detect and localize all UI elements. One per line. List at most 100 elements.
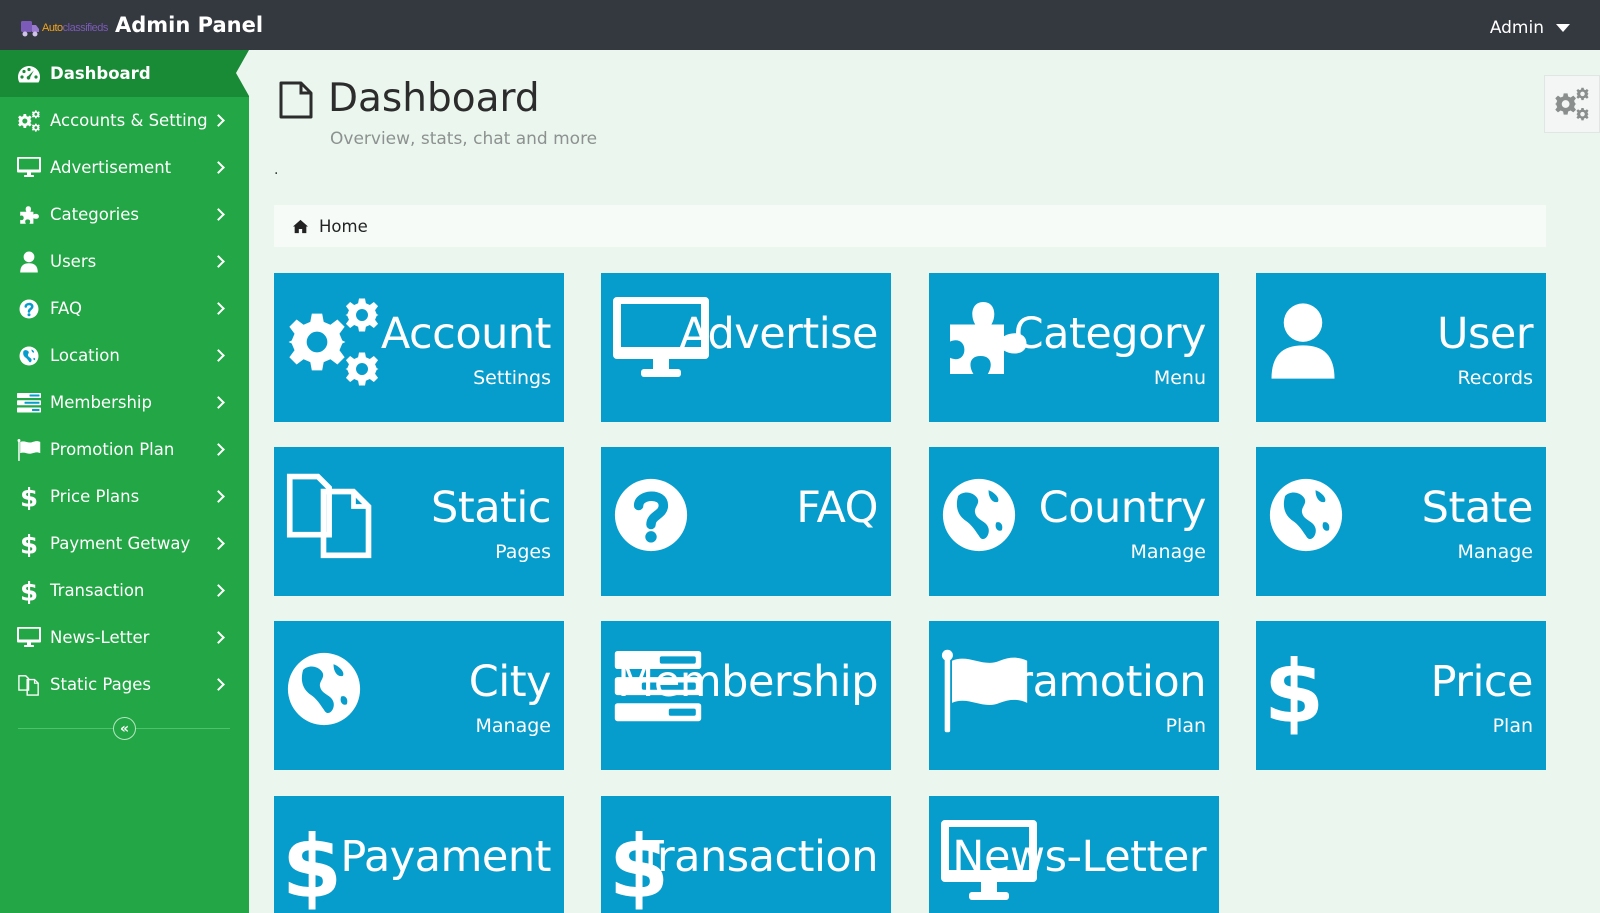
sidebar-item-dashboard[interactable]: Dashboard — [0, 50, 249, 97]
tile-country-manage[interactable]: Country Manage — [929, 447, 1219, 596]
sidebar-item-payment-getway[interactable]: Payment Getway — [0, 520, 249, 567]
tile-promotion-plan[interactable]: Pramotion Plan — [929, 621, 1219, 770]
caret-down-icon — [1556, 24, 1570, 32]
active-indicator — [236, 50, 249, 96]
logo-text-classifieds: classifieds — [62, 22, 109, 34]
chevron-right-icon — [212, 114, 225, 127]
question-circle-icon — [613, 477, 689, 553]
tile-title: Price — [1430, 657, 1534, 707]
tile-faq[interactable]: FAQ — [601, 447, 891, 596]
dollar-icon — [15, 485, 43, 509]
logo-text: Autoclassifieds — [42, 22, 108, 34]
sidebar-item-users[interactable]: Users — [0, 238, 249, 285]
sidebar-item-accounts-setting[interactable]: Accounts & Setting — [0, 97, 249, 144]
sidebar-item-label: Users — [50, 252, 97, 271]
sidebar-item-advertisement[interactable]: Advertisement — [0, 144, 249, 191]
sidebar-item-faq[interactable]: FAQ — [0, 285, 249, 332]
sidebar-item-label: Advertisement — [50, 158, 172, 177]
user-icon — [1268, 301, 1338, 381]
dollar-icon — [286, 818, 338, 913]
tile-subtitle: Manage — [1457, 541, 1533, 563]
user-icon — [15, 250, 43, 274]
globe-icon — [286, 651, 362, 727]
tile-price-plan[interactable]: Price Plan — [1256, 621, 1546, 770]
tile-title: Category — [1013, 309, 1207, 359]
truck-icon — [21, 21, 39, 37]
globe-icon — [941, 477, 1017, 553]
sidebar-item-promotion-plan[interactable]: Promotion Plan — [0, 426, 249, 473]
tile-payment[interactable]: Payament — [274, 796, 564, 913]
sidebar-item-label: Dashboard — [50, 64, 151, 83]
sidebar-item-transaction[interactable]: Transaction — [0, 567, 249, 614]
tile-subtitle: Records — [1457, 367, 1533, 389]
tile-membership[interactable]: Membership — [601, 621, 891, 770]
chevron-right-icon — [212, 490, 225, 503]
tile-city-manage[interactable]: City Manage — [274, 621, 564, 770]
globe-icon — [1268, 477, 1344, 553]
chevron-right-icon — [212, 678, 225, 691]
tile-subtitle: Manage — [475, 715, 551, 737]
globe-icon — [15, 344, 43, 368]
tile-title: Static — [431, 483, 551, 533]
user-menu-label: Admin — [1489, 18, 1544, 38]
theme-settings-toggle[interactable] — [1544, 75, 1600, 133]
sidebar-collapse-button[interactable]: « — [113, 717, 136, 740]
sidebar-item-price-plans[interactable]: Price Plans — [0, 473, 249, 520]
sidebar-item-membership[interactable]: Membership — [0, 379, 249, 426]
dollar-icon — [15, 579, 43, 603]
sidebar-item-label: Static Pages — [50, 675, 151, 694]
tile-title: Pramotion — [990, 657, 1207, 707]
gears-icon — [286, 297, 382, 387]
sidebar-item-label: Accounts & Setting — [50, 111, 208, 130]
page-title: Dashboard — [328, 76, 540, 121]
question-circle-icon — [15, 297, 43, 321]
desktop-icon — [15, 156, 43, 180]
desktop-icon — [15, 626, 43, 650]
sidebar-item-label: FAQ — [50, 299, 82, 318]
sidebar-item-label: Transaction — [50, 581, 145, 600]
tile-user-records[interactable]: User Records — [1256, 273, 1546, 422]
tile-subtitle: Menu — [1153, 367, 1206, 389]
brand-logo[interactable]: Autoclassifieds — [20, 14, 108, 42]
sidebar-item-label: Payment Getway — [50, 534, 191, 553]
tile-title: Transaction — [637, 832, 879, 882]
tile-title: Advertise — [679, 309, 878, 359]
tile-state-manage[interactable]: State Manage — [1256, 447, 1546, 596]
user-menu[interactable]: Admin — [1490, 18, 1570, 38]
sidebar-item-label: Categories — [50, 205, 139, 224]
tile-news-letter[interactable]: News-Letter — [929, 796, 1219, 913]
sidebar-item-label: Membership — [50, 393, 152, 412]
tile-account-settings[interactable]: Account Settings — [274, 273, 564, 422]
copy-icon — [15, 673, 43, 697]
tile-category-menu[interactable]: Category Menu — [929, 273, 1219, 422]
chevron-right-icon — [212, 208, 225, 221]
breadcrumb: Home — [274, 205, 1546, 247]
sidebar-item-location[interactable]: Location — [0, 332, 249, 379]
sidebar-item-label: Promotion Plan — [50, 440, 175, 459]
tile-title: Membership — [617, 657, 878, 707]
sidebar-item-label: Location — [50, 346, 120, 365]
tile-subtitle: Plan — [1492, 715, 1533, 737]
gears-icon — [1554, 87, 1590, 121]
tile-title: City — [468, 657, 552, 707]
page-subtitle: Overview, stats, chat and more — [330, 129, 598, 149]
sidebar-item-news-letter[interactable]: News-Letter — [0, 614, 249, 661]
tile-title: State — [1421, 483, 1534, 533]
tile-transaction[interactable]: Transaction — [601, 796, 891, 913]
tile-title: Account — [380, 309, 552, 359]
tile-advertise[interactable]: Advertise — [601, 273, 891, 422]
tile-static-pages[interactable]: Static Pages — [274, 447, 564, 596]
sidebar-item-label: News-Letter — [50, 628, 150, 647]
chevron-right-icon — [212, 396, 225, 409]
sidebar-item-static-pages[interactable]: Static Pages — [0, 661, 249, 708]
page-note: . — [274, 162, 279, 178]
chevron-right-icon — [212, 255, 225, 268]
dollar-icon — [1268, 643, 1320, 739]
sidebar-item-categories[interactable]: Categories — [0, 191, 249, 238]
tile-subtitle: Manage — [1130, 541, 1206, 563]
tile-title: Country — [1038, 483, 1207, 533]
chevron-right-icon — [212, 631, 225, 644]
breadcrumb-home-link[interactable]: Home — [319, 217, 368, 236]
sidebar-item-label: Price Plans — [50, 487, 140, 506]
tile-title: FAQ — [796, 483, 878, 533]
